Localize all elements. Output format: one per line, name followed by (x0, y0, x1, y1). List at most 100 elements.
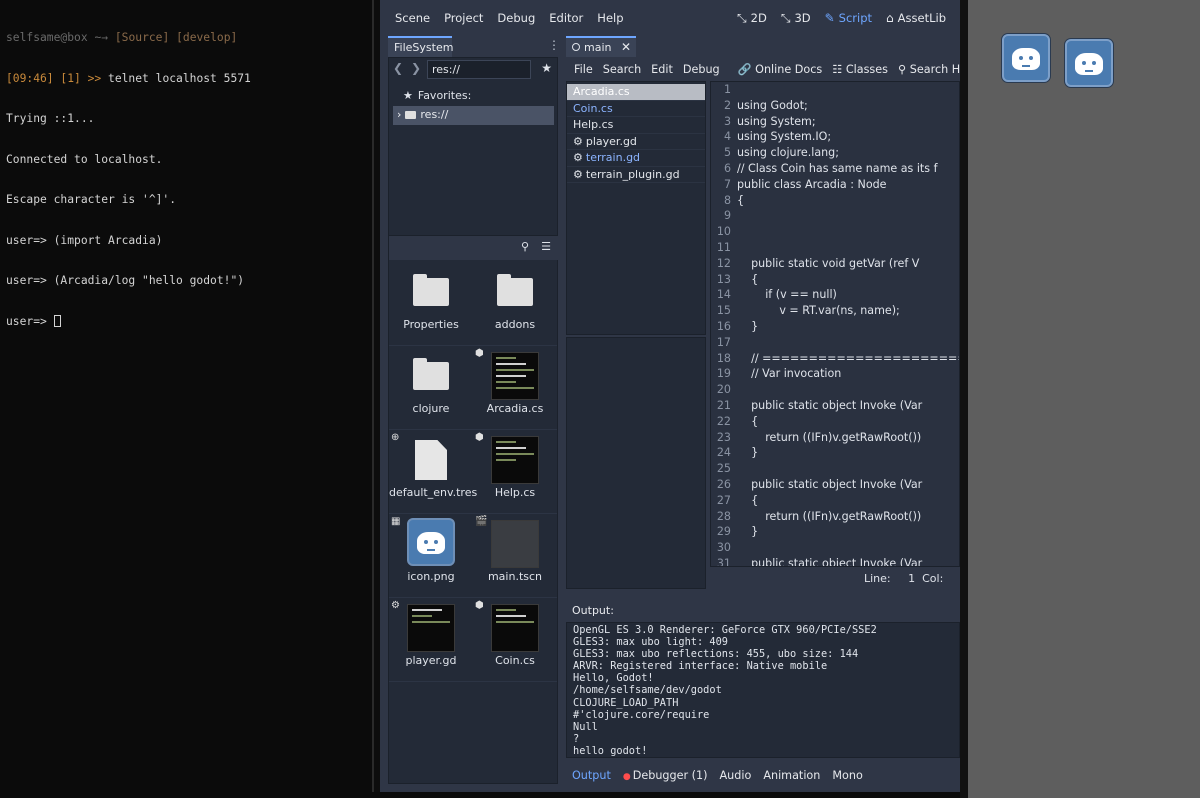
menu-debug[interactable]: Debug (490, 11, 542, 25)
online-docs-button[interactable]: 🔗 Online Docs (733, 63, 828, 76)
code-token: // =============================== (751, 351, 959, 365)
line-number: 18 (716, 351, 731, 365)
code-token: if (765, 288, 773, 302)
online-docs-label: Online Docs (755, 62, 823, 76)
mode-script-label: Script (838, 11, 873, 25)
mode-3d-button[interactable]: ⤡ 3D (781, 11, 811, 26)
tab-filesystem[interactable]: FileSystem (388, 36, 453, 57)
file-item[interactable]: ⬢ Coin.cs (473, 598, 557, 682)
mode-assetlib-button[interactable]: ⌂ AssetLib (886, 11, 946, 25)
assetlib-icon: ⌂ (886, 11, 894, 25)
list-view-icon[interactable]: ☰ (541, 240, 551, 253)
file-item[interactable]: clojure (389, 346, 473, 430)
code-token: (ns, name); (836, 304, 900, 318)
file-item[interactable]: ⬢ Arcadia.cs (473, 346, 557, 430)
file-item[interactable]: Properties (389, 262, 473, 346)
file-item[interactable]: ▦ icon.png (389, 514, 473, 598)
file-item[interactable]: addons (473, 262, 557, 346)
code-line: 27 { (711, 493, 959, 509)
file-item[interactable]: 🎬 main.tscn (473, 514, 557, 598)
script-menu-file[interactable]: File (569, 63, 598, 76)
terminal-output-line: Trying ::1... (6, 112, 95, 125)
menu-editor[interactable]: Editor (542, 11, 590, 25)
terminal-input-line[interactable]: user=> (6, 314, 366, 329)
code-token: using (737, 114, 767, 128)
code-token: object (822, 398, 857, 412)
output-line: ARVR: Registered interface: Native mobil… (573, 660, 828, 673)
tab-audio[interactable]: Audio (714, 769, 758, 782)
code-token: getRawRoot (841, 430, 909, 444)
script-list-item[interactable]: ⚙ terrain_plugin.gd (567, 167, 705, 183)
terminal-command-line: [09:46] [1] >> telnet localhost 5571 (6, 72, 366, 86)
tab-debugger[interactable]: ● Debugger (1) (617, 769, 714, 782)
script-menu-edit[interactable]: Edit (646, 63, 678, 76)
code-line: 10 (711, 224, 959, 240)
file-name: clojure (412, 402, 450, 415)
path-input[interactable]: res:// (427, 60, 531, 79)
scene-thumbnail (491, 520, 539, 568)
mode-assetlib-label: AssetLib (897, 11, 946, 25)
menu-scene[interactable]: Scene (388, 11, 437, 25)
mode-2d-button[interactable]: ⤡ 2D (737, 11, 767, 26)
script-list-item[interactable]: Arcadia.cs (567, 84, 705, 101)
code-line: 8{ (711, 193, 959, 209)
script-list-item[interactable]: ⚙ terrain.gd (567, 150, 705, 167)
script-menu-debug[interactable]: Debug (678, 63, 725, 76)
code-token: using (737, 146, 767, 160)
dock-menu-icon[interactable]: ⋮ (548, 38, 560, 52)
script-list-item[interactable]: Coin.cs (567, 101, 705, 117)
terminal-output-line: Escape character is '^]'. (6, 193, 177, 206)
output-log[interactable]: OpenGL ES 3.0 Renderer: GeForce GTX 960/… (566, 622, 960, 758)
favorite-star-icon[interactable]: ★ (541, 61, 552, 75)
tab-animation[interactable]: Animation (757, 769, 826, 782)
close-icon[interactable]: ✕ (621, 40, 631, 54)
code-line: 26 public static object Invoke (Var (711, 477, 959, 493)
code-token: System; (766, 114, 816, 128)
tab-mono[interactable]: Mono (826, 769, 868, 782)
favorites-item[interactable]: ★ Favorites: (403, 89, 471, 102)
mode-script-button[interactable]: ✎ Script (825, 11, 872, 25)
file-item[interactable]: ⚙ player.gd (389, 598, 473, 682)
scene-badge-icon: 🎬 (475, 516, 488, 527)
menu-project[interactable]: Project (437, 11, 490, 25)
menu-help[interactable]: Help (590, 11, 630, 25)
search-help-button[interactable]: ⚲ Search Help (893, 63, 960, 76)
history-nav-icons[interactable]: ❮❯ (393, 61, 429, 75)
script-thumbnail (491, 436, 539, 484)
terminal-prompt-line: selfsame@box ~→ [Source] [develop] (6, 31, 366, 45)
terminal-window[interactable]: selfsame@box ~→ [Source] [develop] [09:4… (0, 0, 374, 798)
output-line: /home/selfsame/dev/godot (573, 684, 722, 697)
file-name: icon.png (407, 570, 455, 583)
file-name: Properties (403, 318, 459, 331)
file-item[interactable]: ⊕ default_env.tres (389, 430, 477, 514)
code-token: ()) (908, 509, 922, 523)
code-line: 14 if (v == null) (711, 287, 959, 303)
output-line: Hello, Godot! (573, 672, 654, 685)
output-line: OpenGL ES 3.0 Renderer: GeForce GTX 960/… (573, 624, 877, 636)
code-editor[interactable]: 1 2 using Godot; 3 using System; 4 using Syste… (710, 81, 960, 567)
line-number: 4 (723, 130, 731, 144)
code-token: Arcadia : (801, 177, 858, 191)
tab-main[interactable]: main ✕ (566, 36, 636, 57)
tree-item-res[interactable]: › res:// (393, 106, 554, 125)
script-menu-search[interactable]: Search (598, 63, 646, 76)
search-icon[interactable]: ⚲ (521, 240, 529, 253)
code-token: Invoke (859, 477, 897, 491)
scene-circle-icon (572, 43, 580, 51)
code-token: (Var (896, 556, 923, 567)
cursor-position-status: Line: 1 Col: (710, 569, 960, 589)
classes-button[interactable]: ☷ Classes (827, 63, 893, 76)
tab-debugger-label: Debugger (1) (632, 768, 708, 782)
file-item[interactable]: ⬢ Help.cs (473, 430, 557, 514)
script-list-item[interactable]: Help.cs (567, 117, 705, 134)
link-icon: 🔗 (737, 62, 752, 76)
bottom-panel-tabs: Output ● Debugger (1) Audio Animation Mon… (566, 764, 960, 786)
code-line: 3 using System; (711, 114, 959, 130)
script-list-item[interactable]: ⚙ player.gd (567, 134, 705, 150)
tab-output[interactable]: Output (566, 769, 617, 782)
